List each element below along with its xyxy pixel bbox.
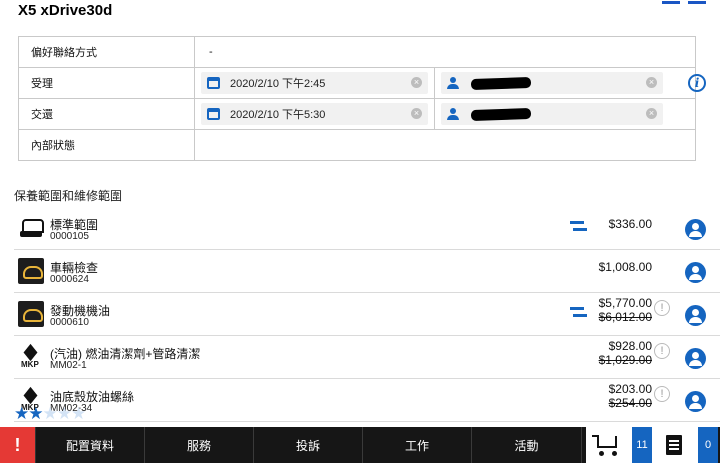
- cart-icon: [597, 436, 617, 448]
- service-code: MM02-1: [50, 360, 87, 371]
- car-lift-icon: [18, 215, 44, 241]
- tab-services[interactable]: 服務: [145, 427, 254, 463]
- star-icon[interactable]: ★: [14, 404, 29, 423]
- list-item[interactable]: MKP (汽油) 燃油清潔劑+管路清潔 MM02-1 $928.00 $1,02…: [14, 336, 720, 379]
- list-item[interactable]: 標準範圍 0000105 $336.00: [14, 207, 720, 250]
- service-code: 0000624: [50, 274, 89, 285]
- list-item[interactable]: 車輛檢查 0000624 $1,008.00: [14, 250, 720, 293]
- star-icon[interactable]: ★: [43, 404, 58, 423]
- info-label: 偏好聯絡方式: [18, 36, 195, 68]
- clear-icon[interactable]: ×: [646, 77, 657, 88]
- tab-jobs[interactable]: 工作: [363, 427, 472, 463]
- tab-activities[interactable]: 活動: [472, 427, 582, 463]
- service-old-price: $1,029.00: [598, 353, 652, 367]
- tab-complaints[interactable]: 投訴: [254, 427, 363, 463]
- warning-icon[interactable]: !: [654, 300, 670, 316]
- service-price: $928.00: [608, 339, 652, 353]
- intake-date-value: 2020/2/10 下午2:45: [230, 78, 326, 90]
- intake-advisor-field[interactable]: ×: [441, 72, 663, 94]
- alert-button[interactable]: !: [0, 427, 36, 463]
- swap-icon[interactable]: [570, 304, 588, 320]
- vehicle-check-icon: [18, 258, 44, 284]
- document-button[interactable]: [652, 427, 698, 463]
- cart-count-badge: 11: [632, 427, 652, 463]
- person-icon: [447, 108, 459, 120]
- internal-status-value[interactable]: [194, 129, 696, 161]
- warning-icon[interactable]: !: [654, 343, 670, 359]
- mkp-icon: MKP: [18, 343, 44, 370]
- return-date-value: 2020/2/10 下午5:30: [230, 109, 326, 121]
- service-list: 標準範圍 0000105 $336.00 車輛檢查 0000624 $1,008…: [14, 207, 720, 422]
- top-action-icon-2[interactable]: [688, 0, 706, 4]
- service-price: $336.00: [608, 217, 652, 231]
- tab-configuration[interactable]: 配置資料: [36, 427, 145, 463]
- clear-icon[interactable]: ×: [646, 108, 657, 119]
- assign-person-icon[interactable]: [685, 305, 706, 326]
- info-label: 受理: [18, 67, 195, 99]
- document-icon: [666, 435, 682, 455]
- assign-person-icon[interactable]: [685, 348, 706, 369]
- return-date-cell: 2020/2/10 下午5:30 ×: [194, 98, 435, 130]
- top-actions: [662, 0, 706, 4]
- service-code: 0000610: [50, 317, 89, 328]
- clear-icon[interactable]: ×: [411, 77, 422, 88]
- vehicle-title: X5 xDrive30d: [18, 2, 113, 19]
- cart-button[interactable]: [582, 427, 632, 463]
- info-label: 交還: [18, 98, 195, 130]
- assign-person-icon[interactable]: [685, 262, 706, 283]
- return-advisor-cell: ×: [434, 98, 696, 130]
- info-icon[interactable]: i: [688, 74, 706, 92]
- warning-icon[interactable]: !: [654, 386, 670, 402]
- intake-date-field[interactable]: 2020/2/10 下午2:45 ×: [201, 72, 428, 94]
- star-icon[interactable]: ★: [71, 404, 86, 423]
- list-item[interactable]: MKP 油底殼放油螺絲 MM02-34 $203.00 $254.00 !: [14, 379, 720, 422]
- top-action-icon-1[interactable]: [662, 0, 680, 4]
- info-row-contact: 偏好聯絡方式 -: [18, 36, 696, 68]
- person-icon: [447, 77, 459, 89]
- service-code: 0000105: [50, 231, 89, 242]
- service-old-price: $6,012.00: [598, 310, 652, 324]
- info-label: 內部狀態: [18, 129, 195, 161]
- intake-advisor-cell: ×: [434, 67, 696, 99]
- document-count-badge: 0: [698, 427, 718, 463]
- intake-date-cell: 2020/2/10 下午2:45 ×: [194, 67, 435, 99]
- calendar-icon[interactable]: [207, 108, 220, 120]
- redacted-name: [470, 107, 532, 121]
- section-title: 保養範圍和維修範圍: [14, 189, 123, 203]
- info-row-status: 內部狀態: [18, 129, 696, 161]
- swap-icon[interactable]: [570, 218, 588, 234]
- service-old-price: $254.00: [608, 396, 652, 410]
- rating-stars[interactable]: ★★★★★: [14, 404, 86, 424]
- info-row-intake: 受理 2020/2/10 下午2:45 × ×: [18, 67, 696, 99]
- star-icon[interactable]: ★: [28, 404, 43, 423]
- list-item[interactable]: 發動機機油 0000610 $5,770.00 $6,012.00 !: [14, 293, 720, 336]
- service-price: $203.00: [608, 382, 652, 396]
- info-row-return: 交還 2020/2/10 下午5:30 × ×: [18, 98, 696, 130]
- clear-icon[interactable]: ×: [411, 108, 422, 119]
- engine-oil-icon: [18, 301, 44, 327]
- star-icon[interactable]: ★: [57, 404, 72, 423]
- assign-person-icon[interactable]: [685, 219, 706, 240]
- service-price: $1,008.00: [598, 260, 652, 274]
- bottom-nav: ! 配置資料 服務 投訴 工作 活動 11 0: [0, 427, 720, 463]
- redacted-name: [470, 76, 532, 90]
- service-price: $5,770.00: [598, 296, 652, 310]
- appointment-info-table: 偏好聯絡方式 - 受理 2020/2/10 下午2:45 × × 交還 2020…: [18, 36, 696, 161]
- calendar-icon[interactable]: [207, 77, 220, 89]
- return-date-field[interactable]: 2020/2/10 下午5:30 ×: [201, 103, 428, 125]
- assign-person-icon[interactable]: [685, 391, 706, 412]
- contact-method-value: -: [194, 36, 696, 68]
- return-advisor-field[interactable]: ×: [441, 103, 663, 125]
